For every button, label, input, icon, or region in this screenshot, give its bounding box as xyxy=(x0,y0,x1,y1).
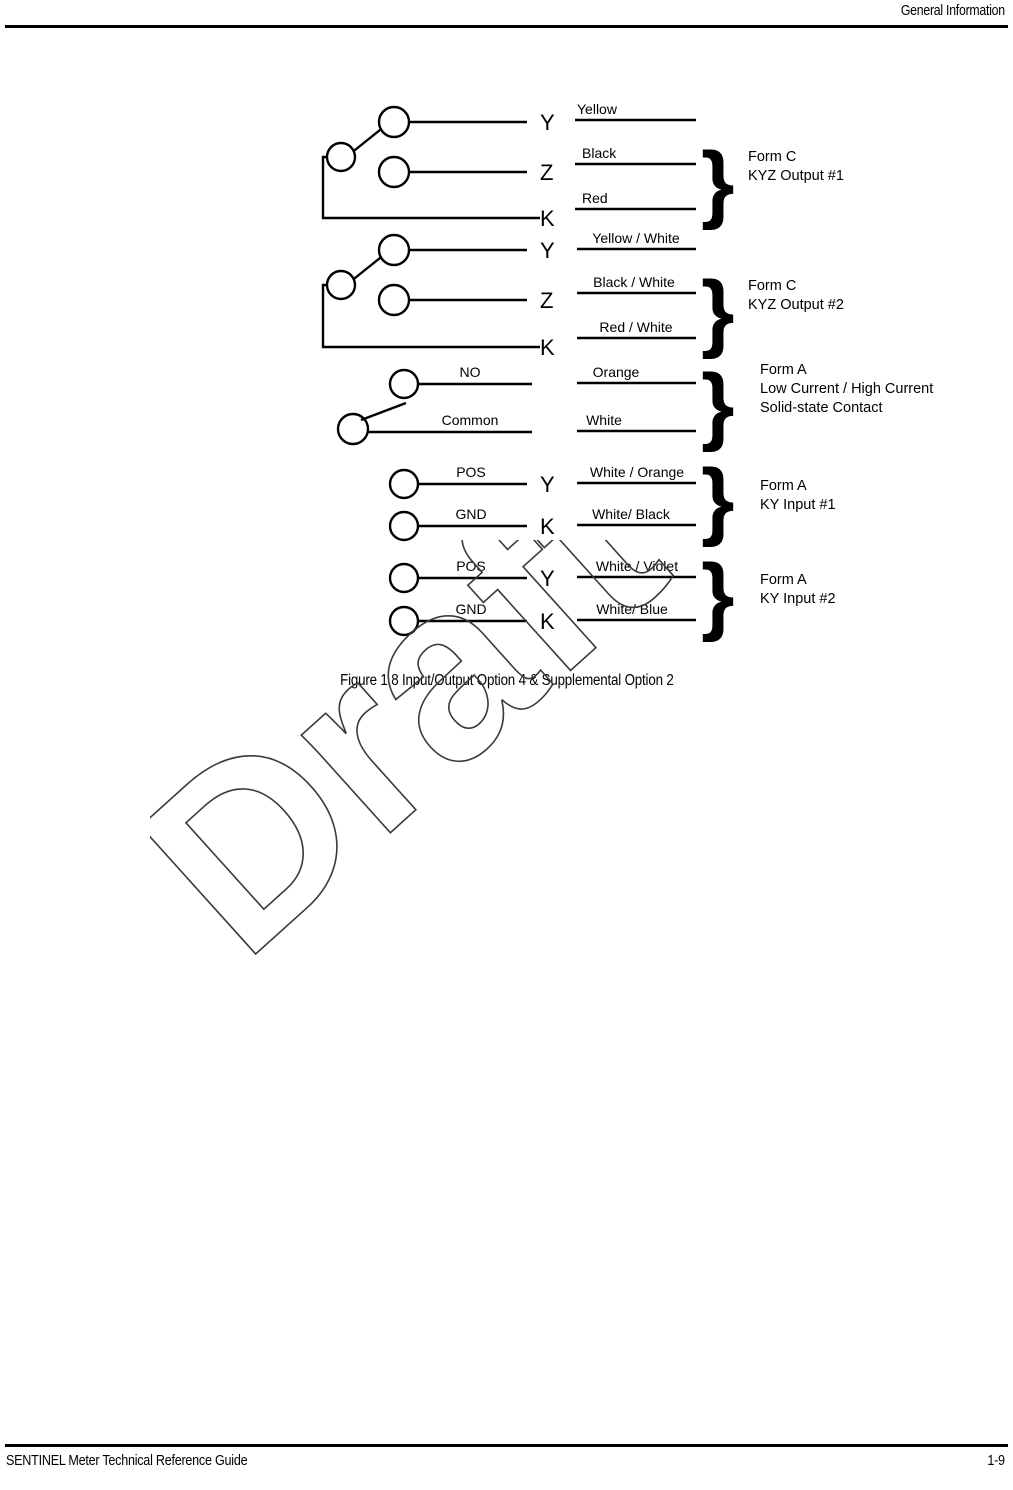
contact-z xyxy=(377,283,411,317)
terminal-label: K xyxy=(540,514,555,539)
group-label-line: Form C xyxy=(748,278,796,294)
diagram-group-form-c-kyz-output-2: Y Z K Yellow / White Black / White Red /… xyxy=(321,230,844,360)
contact-pos xyxy=(388,562,420,594)
contact-gnd xyxy=(388,510,420,542)
diagram-group-form-c-kyz-output-1: Y Z K Yellow Black Red } Form C KYZ Outp… xyxy=(321,101,844,231)
group-brace: } xyxy=(701,264,734,360)
wire-color-label: Black xyxy=(582,145,617,161)
header-divider xyxy=(5,25,1008,28)
wire-color-label: White / Orange xyxy=(590,464,684,480)
group-label-line: KYZ Output #1 xyxy=(748,168,844,184)
wire-color-label: White / Violet xyxy=(596,558,678,574)
group-brace: } xyxy=(701,135,734,231)
common-bus-wire xyxy=(321,283,540,349)
group-brace: } xyxy=(701,547,734,643)
group-label-line: Form A xyxy=(760,362,807,378)
figure-caption: Figure 1.8 Input/Output Option 4 & Suppl… xyxy=(0,672,1013,690)
contact-y xyxy=(377,233,411,267)
group-label-line: KY Input #2 xyxy=(760,591,836,607)
figure-input-output-option-4: Y Z K Yellow Black Red } Form C KYZ Outp… xyxy=(0,60,1013,700)
pin-label: POS xyxy=(456,464,486,480)
wire-color-label: Orange xyxy=(593,364,640,380)
group-label-line: Form A xyxy=(760,478,807,494)
page-header-title: General Information xyxy=(900,2,1005,19)
group-label-line: Low Current / High Current xyxy=(760,381,933,397)
wire-color-label: White xyxy=(586,412,622,428)
pin-label: POS xyxy=(456,558,486,574)
footer-page-number: 1-9 xyxy=(987,1452,1006,1469)
wire-color-label: Red / White xyxy=(599,319,672,335)
terminal-label: Y xyxy=(540,472,555,497)
terminal-label: Y xyxy=(540,566,555,591)
pin-label: GND xyxy=(455,601,486,617)
group-label-line: Solid-state Contact xyxy=(760,400,883,416)
group-label-line: Form C xyxy=(748,149,796,165)
wire-color-label: Black / White xyxy=(593,274,675,290)
group-label-line: KY Input #1 xyxy=(760,497,836,513)
group-brace: } xyxy=(701,357,734,453)
wire-color-label: Yellow / White xyxy=(592,230,680,246)
terminal-label: K xyxy=(540,335,555,360)
common-bus-wire xyxy=(321,155,540,220)
contact-gnd xyxy=(388,605,420,637)
wiring-diagram: Y Z K Yellow Black Red } Form C KYZ Outp… xyxy=(321,101,933,643)
terminal-label: Z xyxy=(540,288,553,313)
wire-color-label: Yellow xyxy=(577,101,618,117)
page-header: General Information xyxy=(0,0,1013,30)
diagram-group-form-a-ky-input-2: POS GND Y K White / Violet White/ Blue }… xyxy=(388,547,836,643)
switch-blade xyxy=(349,125,386,155)
wire-color-label: White/ Blue xyxy=(596,601,668,617)
page-footer: SENTINEL Meter Technical Reference Guide… xyxy=(0,1444,1013,1490)
terminal-label: K xyxy=(540,206,555,231)
group-label-line: Form A xyxy=(760,572,807,588)
figure-caption-text: Figure 1.8 Input/Output Option 4 & Suppl… xyxy=(339,672,674,689)
wire-color-label: White/ Black xyxy=(592,506,671,522)
contact-y xyxy=(377,105,411,139)
diagram-group-form-a-ky-input-1: POS GND Y K White / Orange White/ Black … xyxy=(388,452,836,548)
terminal-label: K xyxy=(540,609,555,634)
switch-blade xyxy=(360,401,407,422)
footer-divider xyxy=(5,1444,1008,1447)
pin-label: GND xyxy=(455,506,486,522)
contact-common xyxy=(325,141,357,173)
switch-blade xyxy=(349,253,386,283)
diagram-group-form-a-solid-state-contact: NO Common Orange White } Form A Low Curr… xyxy=(336,357,933,453)
terminal-label: Y xyxy=(540,238,555,263)
footer-document-title: SENTINEL Meter Technical Reference Guide xyxy=(6,1452,248,1469)
contact-common xyxy=(325,269,357,301)
pin-label: Common xyxy=(442,412,499,428)
contact-z xyxy=(377,155,411,189)
pin-label: NO xyxy=(460,364,481,380)
contact-no xyxy=(388,368,420,400)
terminal-label: Y xyxy=(540,110,555,135)
terminal-label: Z xyxy=(540,160,553,185)
wire-color-label: Red xyxy=(582,190,608,206)
group-label-line: KYZ Output #2 xyxy=(748,297,844,313)
contact-pos xyxy=(388,468,420,500)
group-brace: } xyxy=(701,452,734,548)
